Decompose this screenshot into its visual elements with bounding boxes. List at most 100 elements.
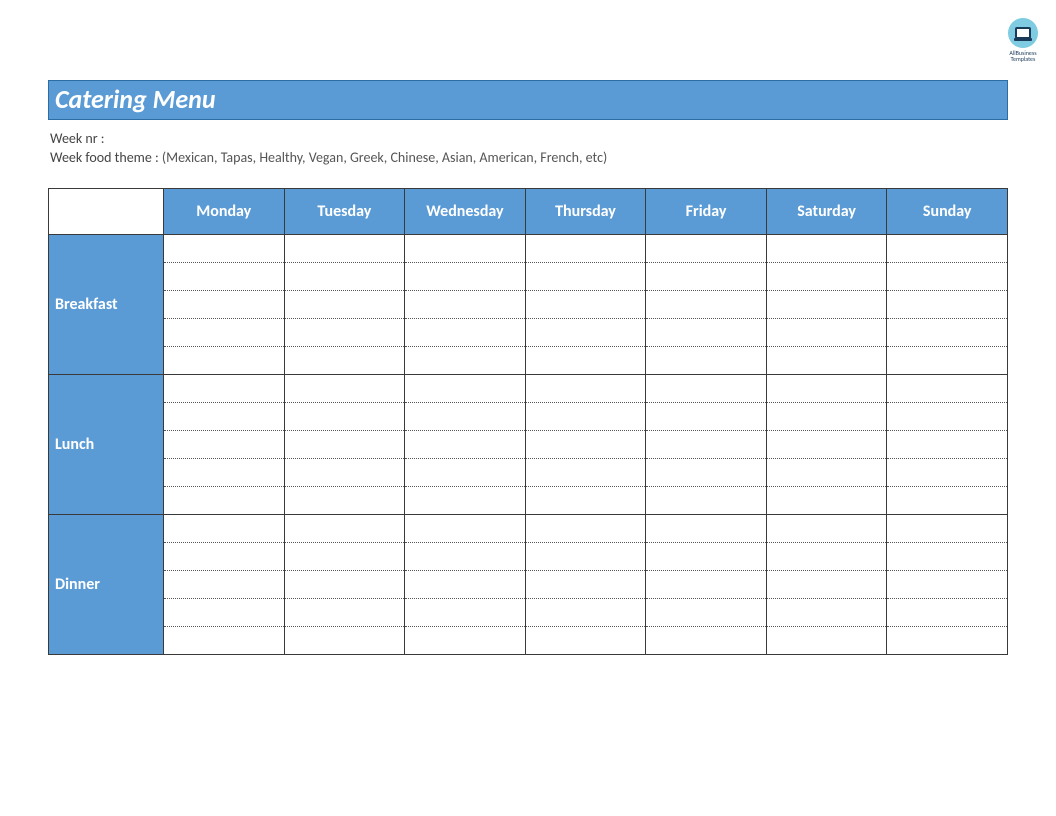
entry-line[interactable] [646, 515, 766, 543]
cell-dinner-monday[interactable] [164, 515, 285, 655]
entry-line[interactable] [405, 487, 525, 514]
entry-line[interactable] [285, 319, 405, 347]
entry-line[interactable] [887, 599, 1007, 627]
entry-line[interactable] [767, 291, 887, 319]
entry-line[interactable] [887, 263, 1007, 291]
entry-line[interactable] [526, 431, 646, 459]
cell-breakfast-monday[interactable] [164, 235, 285, 375]
entry-line[interactable] [164, 263, 284, 291]
cell-lunch-thursday[interactable] [525, 375, 646, 515]
entry-line[interactable] [285, 347, 405, 374]
entry-line[interactable] [405, 291, 525, 319]
entry-line[interactable] [526, 319, 646, 347]
entry-line[interactable] [767, 235, 887, 263]
entry-line[interactable] [646, 599, 766, 627]
entry-line[interactable] [646, 459, 766, 487]
entry-line[interactable] [164, 599, 284, 627]
entry-line[interactable] [164, 347, 284, 374]
entry-line[interactable] [526, 375, 646, 403]
entry-line[interactable] [164, 319, 284, 347]
entry-line[interactable] [405, 543, 525, 571]
entry-line[interactable] [767, 347, 887, 374]
entry-line[interactable] [767, 403, 887, 431]
entry-line[interactable] [164, 515, 284, 543]
entry-line[interactable] [887, 403, 1007, 431]
entry-line[interactable] [405, 459, 525, 487]
entry-line[interactable] [285, 431, 405, 459]
entry-line[interactable] [887, 515, 1007, 543]
entry-line[interactable] [646, 375, 766, 403]
entry-line[interactable] [887, 627, 1007, 654]
cell-lunch-friday[interactable] [646, 375, 767, 515]
cell-breakfast-friday[interactable] [646, 235, 767, 375]
entry-line[interactable] [767, 487, 887, 514]
cell-breakfast-saturday[interactable] [766, 235, 887, 375]
cell-lunch-wednesday[interactable] [405, 375, 526, 515]
entry-line[interactable] [405, 375, 525, 403]
entry-line[interactable] [887, 375, 1007, 403]
entry-line[interactable] [767, 375, 887, 403]
entry-line[interactable] [526, 543, 646, 571]
entry-line[interactable] [285, 599, 405, 627]
entry-line[interactable] [285, 235, 405, 263]
entry-line[interactable] [887, 319, 1007, 347]
entry-line[interactable] [767, 459, 887, 487]
cell-breakfast-wednesday[interactable] [405, 235, 526, 375]
entry-line[interactable] [164, 543, 284, 571]
entry-line[interactable] [646, 543, 766, 571]
entry-line[interactable] [526, 263, 646, 291]
entry-line[interactable] [405, 431, 525, 459]
entry-line[interactable] [526, 291, 646, 319]
entry-line[interactable] [405, 571, 525, 599]
entry-line[interactable] [285, 403, 405, 431]
entry-line[interactable] [285, 543, 405, 571]
entry-line[interactable] [767, 627, 887, 654]
entry-line[interactable] [405, 627, 525, 654]
entry-line[interactable] [285, 459, 405, 487]
entry-line[interactable] [646, 571, 766, 599]
entry-line[interactable] [405, 599, 525, 627]
entry-line[interactable] [767, 263, 887, 291]
entry-line[interactable] [767, 599, 887, 627]
entry-line[interactable] [164, 375, 284, 403]
cell-lunch-saturday[interactable] [766, 375, 887, 515]
entry-line[interactable] [405, 235, 525, 263]
entry-line[interactable] [767, 515, 887, 543]
entry-line[interactable] [646, 347, 766, 374]
cell-dinner-friday[interactable] [646, 515, 767, 655]
entry-line[interactable] [526, 627, 646, 654]
entry-line[interactable] [285, 263, 405, 291]
entry-line[interactable] [887, 291, 1007, 319]
entry-line[interactable] [405, 263, 525, 291]
entry-line[interactable] [285, 571, 405, 599]
entry-line[interactable] [646, 235, 766, 263]
cell-breakfast-thursday[interactable] [525, 235, 646, 375]
entry-line[interactable] [887, 543, 1007, 571]
entry-line[interactable] [887, 431, 1007, 459]
entry-line[interactable] [405, 403, 525, 431]
entry-line[interactable] [887, 347, 1007, 374]
entry-line[interactable] [767, 543, 887, 571]
entry-line[interactable] [285, 487, 405, 514]
entry-line[interactable] [887, 571, 1007, 599]
entry-line[interactable] [164, 459, 284, 487]
entry-line[interactable] [767, 431, 887, 459]
entry-line[interactable] [164, 487, 284, 514]
cell-dinner-wednesday[interactable] [405, 515, 526, 655]
entry-line[interactable] [164, 235, 284, 263]
entry-line[interactable] [646, 431, 766, 459]
entry-line[interactable] [164, 431, 284, 459]
entry-line[interactable] [646, 319, 766, 347]
entry-line[interactable] [526, 347, 646, 374]
entry-line[interactable] [285, 375, 405, 403]
entry-line[interactable] [164, 403, 284, 431]
entry-line[interactable] [526, 487, 646, 514]
entry-line[interactable] [646, 291, 766, 319]
cell-lunch-sunday[interactable] [887, 375, 1008, 515]
entry-line[interactable] [887, 459, 1007, 487]
entry-line[interactable] [405, 515, 525, 543]
entry-line[interactable] [526, 599, 646, 627]
entry-line[interactable] [285, 627, 405, 654]
entry-line[interactable] [285, 291, 405, 319]
entry-line[interactable] [526, 403, 646, 431]
